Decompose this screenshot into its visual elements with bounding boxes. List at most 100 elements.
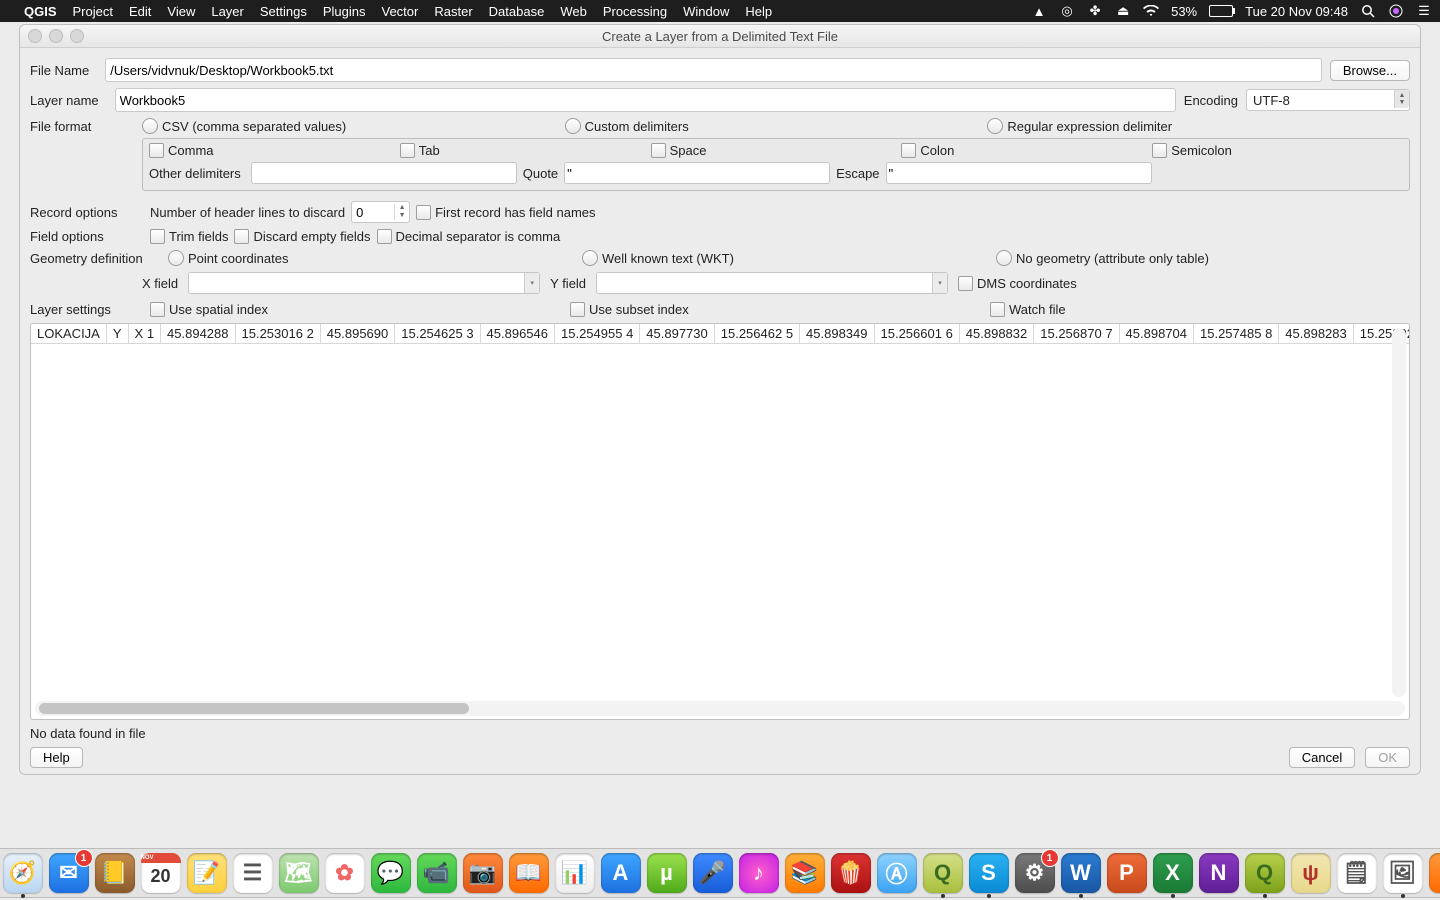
dock-app-vlc[interactable]: ▲ [1429,853,1440,893]
dock-app-maps[interactable]: 🗺 [279,853,319,893]
escape-input[interactable] [886,162,1152,184]
check-trim-fields[interactable]: Trim fields [150,229,228,244]
dock-app-photos[interactable]: ✿ [325,853,365,893]
check-spatial-index[interactable]: Use spatial index [150,302,570,317]
browse-button[interactable]: Browse... [1330,60,1410,81]
control-center-icon[interactable]: ☰ [1416,3,1432,19]
menu-raster[interactable]: Raster [434,4,472,19]
vlc-tray-icon[interactable]: ▲ [1031,3,1047,19]
dropbox-tray-icon[interactable]: ✤ [1087,3,1103,19]
dock-app-skype[interactable]: S [969,853,1009,893]
menu-edit[interactable]: Edit [129,4,151,19]
geometry-definition-label: Geometry definition [30,251,160,266]
help-button[interactable]: Help [30,747,83,768]
radio-icon [987,118,1003,134]
app-name[interactable]: QGIS [24,4,57,19]
radio-no-geometry[interactable]: No geometry (attribute only table) [996,250,1410,266]
cloud-tray-icon[interactable]: ◎ [1059,3,1075,19]
battery-pct[interactable]: 53% [1171,4,1197,19]
dock-app-notes[interactable]: 📝 [187,853,227,893]
dock-app-utorrent[interactable]: µ [647,853,687,893]
vertical-scrollbar[interactable] [1392,328,1406,697]
dock-app-safari[interactable]: 🧭 [3,853,43,893]
menu-vector[interactable]: Vector [382,4,419,19]
dock-app-mail[interactable]: ✉1 [49,853,89,893]
spinner-arrows-icon[interactable]: ▲▼ [394,204,409,220]
check-colon[interactable]: Colon [901,143,1152,158]
battery-icon[interactable] [1209,5,1233,17]
check-comma[interactable]: Comma [149,143,400,158]
check-decimal-comma[interactable]: Decimal separator is comma [377,229,561,244]
layer-name-input[interactable] [115,88,1176,112]
menu-window[interactable]: Window [683,4,729,19]
dock-app-onenote[interactable]: N [1199,853,1239,893]
file-name-input[interactable] [105,58,1322,82]
check-subset-index[interactable]: Use subset index [570,302,990,317]
dock-app-qgis3[interactable]: Q [1245,853,1285,893]
dock-app-appstore2[interactable]: Ⓐ [877,853,917,893]
menu-project[interactable]: Project [73,4,113,19]
dock-app-preview[interactable]: 🖼 [1383,853,1423,893]
menu-settings[interactable]: Settings [260,4,307,19]
dock-app-ibooks2[interactable]: 📚 [785,853,825,893]
dock-app-excel[interactable]: X [1153,853,1193,893]
dock-app-notes2[interactable]: 🗒 [1337,853,1377,893]
dock-app-facetime[interactable]: 📹 [417,853,457,893]
check-first-record-field-names[interactable]: First record has field names [416,205,595,220]
encoding-combo[interactable]: UTF-8 ▲▼ [1246,89,1410,111]
radio-regex-delimiter[interactable]: Regular expression delimiter [987,118,1410,134]
ok-button[interactable]: OK [1365,747,1410,768]
radio-custom-delimiters[interactable]: Custom delimiters [565,118,988,134]
siri-icon[interactable] [1388,3,1404,19]
menu-web[interactable]: Web [560,4,587,19]
cancel-button[interactable]: Cancel [1289,747,1355,768]
spotlight-icon[interactable] [1360,3,1376,19]
other-delimiters-input[interactable] [251,162,517,184]
combo-arrows-icon: ▾ [524,273,539,293]
package-tray-icon[interactable]: ⏏ [1115,3,1131,19]
dock-app-photobooth[interactable]: 📷 [463,853,503,893]
radio-csv[interactable]: CSV (comma separated values) [142,118,565,134]
scrollbar-thumb[interactable] [39,703,469,714]
dock-app-calendar[interactable]: NOV20 [141,853,181,893]
header-discard-value[interactable] [352,203,394,221]
check-semicolon[interactable]: Semicolon [1152,143,1403,158]
dock-app-settings[interactable]: ⚙1 [1015,853,1055,893]
radio-icon [168,250,184,266]
menu-help[interactable]: Help [745,4,772,19]
dock-app-appstore[interactable]: A [601,853,641,893]
dock-app-word[interactable]: W [1061,853,1101,893]
header-discard-spinner[interactable]: ▲▼ [351,201,410,223]
radio-wkt[interactable]: Well known text (WKT) [582,250,996,266]
dock-app-messages[interactable]: 💬 [371,853,411,893]
menu-layer[interactable]: Layer [211,4,244,19]
check-tab[interactable]: Tab [400,143,651,158]
check-space[interactable]: Space [651,143,902,158]
preview-column-header: 45.898832 [960,324,1034,344]
check-discard-empty[interactable]: Discard empty fields [234,229,370,244]
menu-view[interactable]: View [167,4,195,19]
check-dms-coordinates[interactable]: DMS coordinates [958,276,1077,291]
y-field-combo[interactable]: ▾ [596,272,948,294]
menu-plugins[interactable]: Plugins [323,4,366,19]
dock-app-contacts[interactable]: 📒 [95,853,135,893]
horizontal-scrollbar[interactable] [35,701,1405,716]
x-field-combo[interactable]: ▾ [188,272,540,294]
quote-input[interactable] [564,162,830,184]
clock[interactable]: Tue 20 Nov 09:48 [1245,4,1348,19]
dock-app-qgis2[interactable]: Q [923,853,963,893]
dock-app-powerpoint[interactable]: P [1107,853,1147,893]
menu-processing[interactable]: Processing [603,4,667,19]
preview-column-header: 45.896546 [481,324,555,344]
check-watch-file[interactable]: Watch file [990,302,1410,317]
wifi-tray-icon[interactable] [1143,3,1159,19]
dock-app-reminders[interactable]: ☰ [233,853,273,893]
dock-app-pspp[interactable]: ψ [1291,853,1331,893]
dock-app-ibooks[interactable]: 📖 [509,853,549,893]
dock-app-itunes[interactable]: ♪ [739,853,779,893]
dock-app-numbers[interactable]: 📊 [555,853,595,893]
dock-app-popcorn[interactable]: 🍿 [831,853,871,893]
dock-app-keynote[interactable]: 🎤 [693,853,733,893]
radio-point-coordinates[interactable]: Point coordinates [168,250,582,266]
menu-database[interactable]: Database [489,4,545,19]
